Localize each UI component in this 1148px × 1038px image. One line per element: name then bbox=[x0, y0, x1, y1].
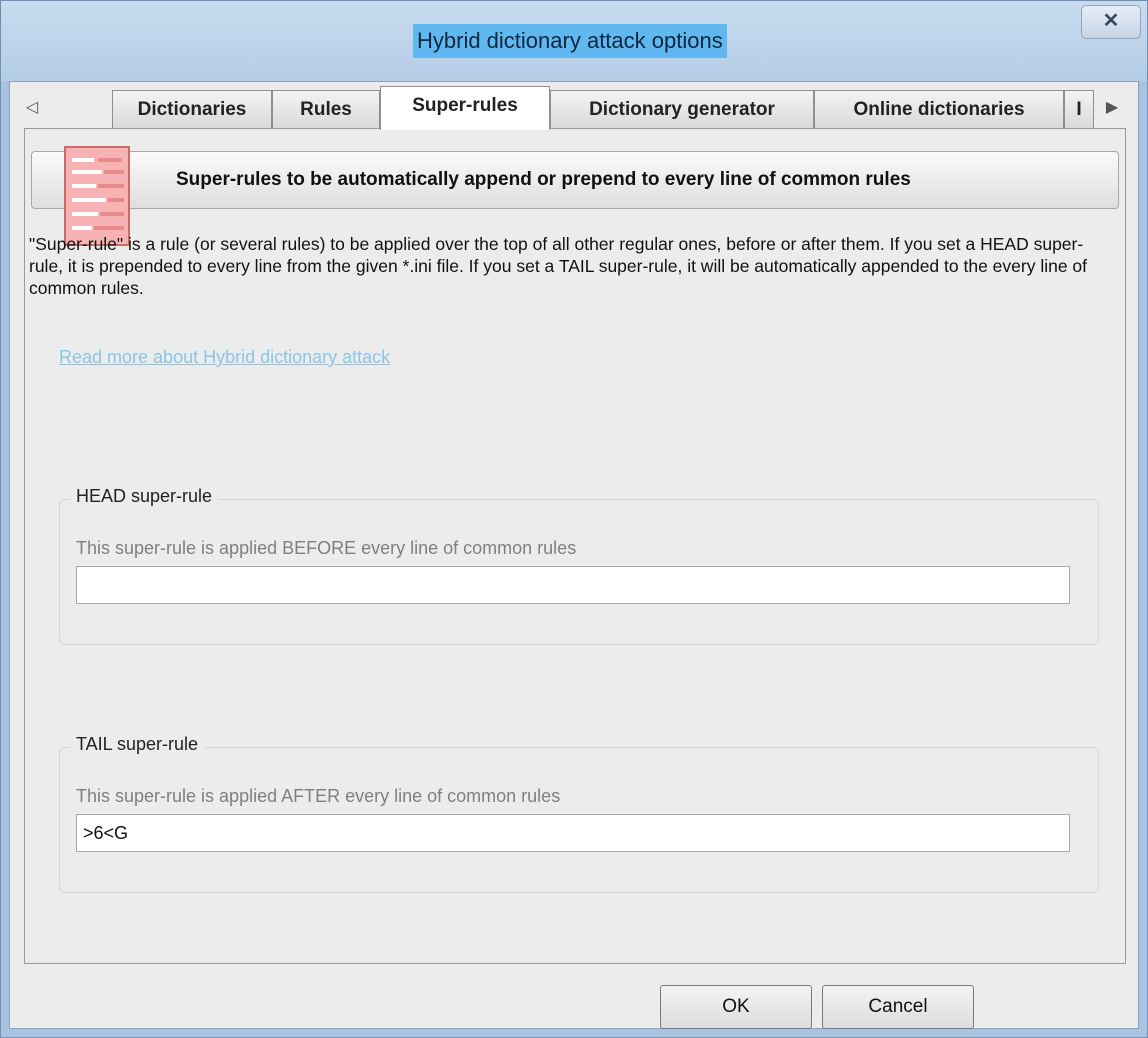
close-icon: ✕ bbox=[1102, 10, 1120, 32]
tail-group-title: TAIL super-rule bbox=[70, 734, 205, 755]
rules-table-icon bbox=[64, 146, 130, 246]
description-text: "Super-rule" is a rule (or several rules… bbox=[29, 234, 1088, 298]
title-bar: Hybrid dictionary attack options ✕ bbox=[1, 1, 1147, 81]
head-super-rule-input[interactable] bbox=[76, 566, 1070, 604]
cancel-button[interactable]: Cancel bbox=[822, 985, 974, 1029]
ok-button[interactable]: OK bbox=[660, 985, 812, 1029]
head-super-rule-group: HEAD super-rule This super-rule is appli… bbox=[59, 486, 1099, 645]
close-button[interactable]: ✕ bbox=[1081, 5, 1141, 39]
tab-scroll-left-icon[interactable]: ◁ bbox=[22, 98, 42, 118]
tab-super-rules[interactable]: Super-rules bbox=[380, 86, 550, 130]
section-title: Super-rules to be automatically append o… bbox=[176, 169, 911, 190]
tail-super-rule-input[interactable] bbox=[76, 814, 1070, 852]
tab-truncated[interactable]: I bbox=[1064, 90, 1094, 128]
section-header: Super-rules to be automatically append o… bbox=[31, 146, 1119, 246]
read-more-link[interactable]: Read more about Hybrid dictionary attack bbox=[59, 347, 390, 368]
dialog-window: Hybrid dictionary attack options ✕ ◁ Dic… bbox=[0, 0, 1148, 1038]
head-group-title: HEAD super-rule bbox=[70, 486, 219, 507]
tail-hint: This super-rule is applied AFTER every l… bbox=[76, 786, 561, 806]
tab-strip: ◁ Dictionaries Rules Super-rules Diction… bbox=[10, 82, 1138, 130]
tab-dictionaries[interactable]: Dictionaries bbox=[112, 90, 272, 128]
tab-scroll-right-icon[interactable]: ▶ bbox=[1102, 98, 1122, 118]
tab-dictionary-generator[interactable]: Dictionary generator bbox=[550, 90, 814, 128]
tail-super-rule-group: TAIL super-rule This super-rule is appli… bbox=[59, 734, 1099, 893]
super-rules-pane: Super-rules to be automatically append o… bbox=[24, 128, 1126, 964]
dialog-client: ◁ Dictionaries Rules Super-rules Diction… bbox=[9, 81, 1139, 1029]
head-hint: This super-rule is applied BEFORE every … bbox=[76, 538, 577, 558]
tab-rules[interactable]: Rules bbox=[272, 90, 380, 128]
window-title: Hybrid dictionary attack options bbox=[413, 24, 727, 58]
tab-online-dictionaries[interactable]: Online dictionaries bbox=[814, 90, 1064, 128]
